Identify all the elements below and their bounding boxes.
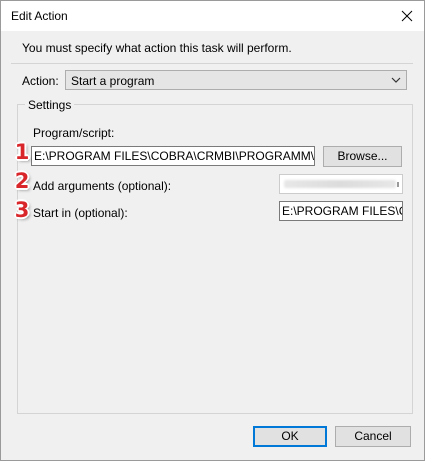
action-selected-value: Start a program [71,74,155,88]
start-in-input[interactable]: E:\PROGRAM FILES\COB [279,201,403,221]
chevron-down-icon [391,77,401,83]
step-badge-2: 2 [14,169,30,193]
redacted-arguments [284,180,396,188]
edit-action-dialog: Edit Action You must specify what action… [0,0,425,461]
step-badge-1: 1 [14,140,30,164]
start-in-value: E:\PROGRAM FILES\COB [282,204,402,218]
action-dropdown[interactable]: Start a program [65,70,407,90]
window-title: Edit Action [11,9,68,23]
add-arguments-label: Add arguments (optional): [33,179,172,193]
start-in-label: Start in (optional): [33,206,128,220]
program-script-label: Program/script: [33,126,115,140]
caret [397,182,399,187]
program-script-value: E:\PROGRAM FILES\COBRA\CRMBI\PROGRAMM\MO… [34,149,315,163]
program-script-input[interactable]: E:\PROGRAM FILES\COBRA\CRMBI\PROGRAMM\MO… [31,146,315,166]
action-label: Action: [22,74,59,88]
close-icon [401,10,413,22]
instruction-text: You must specify what action this task w… [22,41,292,55]
settings-legend: Settings [25,98,75,112]
title-bar: Edit Action [1,1,424,31]
step-badge-3: 3 [14,198,30,222]
add-arguments-input[interactable] [279,174,403,194]
browse-button[interactable]: Browse... [323,146,402,167]
close-button[interactable] [390,1,424,31]
cancel-button[interactable]: Cancel [335,426,411,447]
ok-button[interactable]: OK [253,426,327,447]
separator [11,63,413,64]
